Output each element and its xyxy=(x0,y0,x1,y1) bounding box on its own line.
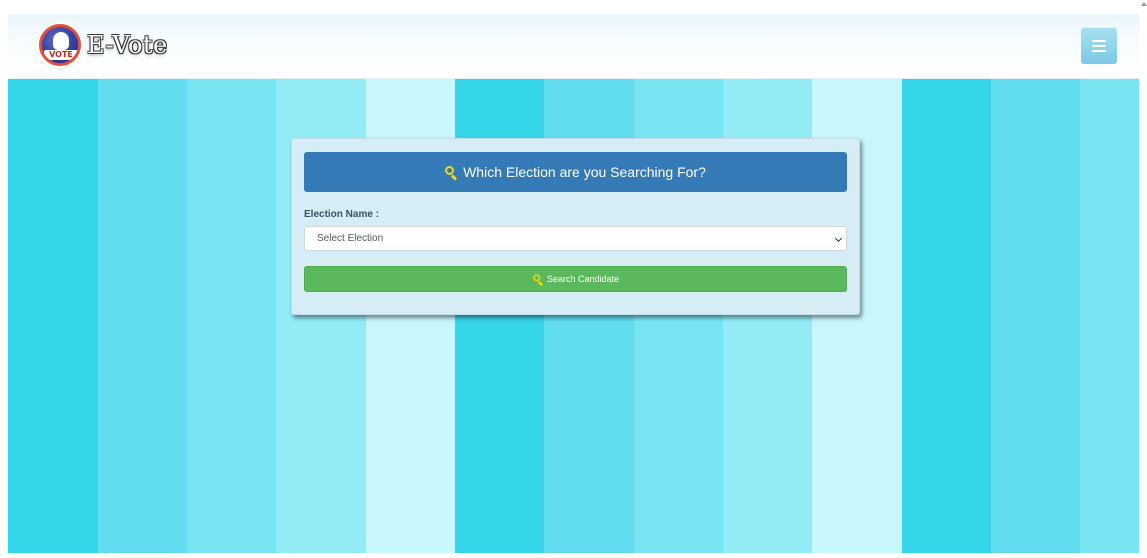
search-card-title: Which Election are you Searching For? xyxy=(463,164,706,180)
hamburger-icon xyxy=(1092,39,1106,52)
bg-stripe xyxy=(8,79,98,553)
bg-stripe xyxy=(187,79,276,553)
menu-toggle-button[interactable] xyxy=(1081,27,1117,64)
search-candidate-label: Search Candidate xyxy=(546,274,620,284)
election-select-value: Select Election xyxy=(317,233,384,244)
search-icon xyxy=(533,274,543,286)
search-icon xyxy=(445,166,458,181)
election-search-card: Which Election are you Searching For? El… xyxy=(291,138,860,315)
top-navbar: VOTE E-Vote xyxy=(8,14,1139,79)
election-name-label: Election Name : xyxy=(304,209,380,220)
bg-stripe xyxy=(1080,79,1139,553)
election-select[interactable]: Select Election xyxy=(304,226,847,251)
bg-stripe xyxy=(902,79,991,553)
logo-text: VOTE xyxy=(44,50,78,60)
brand-name: E-Vote xyxy=(87,31,168,59)
bg-stripe xyxy=(991,79,1080,553)
hand-icon xyxy=(53,32,69,50)
bg-stripe xyxy=(98,79,187,553)
scrollbar-up-arrow[interactable] xyxy=(1141,2,1147,6)
page: VOTE E-Vote Which Election are you Searc… xyxy=(8,14,1139,553)
brand-link[interactable]: VOTE E-Vote xyxy=(39,24,168,66)
chevron-down-icon xyxy=(834,234,843,243)
vote-logo-icon: VOTE xyxy=(39,24,81,66)
search-candidate-button[interactable]: Search Candidate xyxy=(304,266,847,292)
search-card-header: Which Election are you Searching For? xyxy=(304,152,847,192)
